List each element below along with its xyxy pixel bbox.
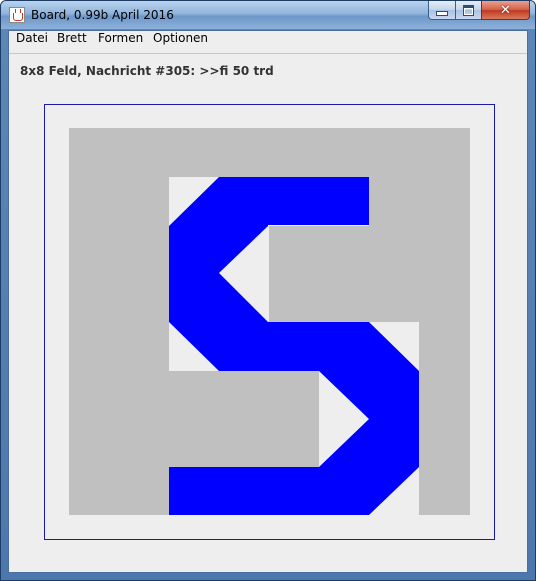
menu-datei[interactable]: Datei — [16, 31, 48, 53]
close-icon: ✕ — [500, 2, 511, 18]
title-bar[interactable]: Board, 0.99b April 2016 ✕ — [1, 1, 535, 29]
client-area: Datei Brett Formen Optionen 8x8 Feld, Na… — [8, 30, 528, 573]
minimize-icon — [436, 10, 448, 16]
board-canvas[interactable] — [69, 128, 470, 515]
application-window: Board, 0.99b April 2016 ✕ Datei Brett Fo… — [0, 0, 536, 581]
maximize-button[interactable] — [455, 1, 482, 20]
menu-bar: Datei Brett Formen Optionen — [9, 31, 527, 54]
close-button[interactable]: ✕ — [481, 1, 530, 20]
window-title: Board, 0.99b April 2016 — [31, 8, 174, 22]
menu-formen[interactable]: Formen — [98, 31, 143, 53]
menu-brett[interactable]: Brett — [57, 31, 87, 53]
menu-optionen[interactable]: Optionen — [153, 31, 208, 53]
java-cup-icon[interactable] — [9, 7, 25, 23]
maximize-icon — [463, 4, 474, 16]
status-message: 8x8 Feld, Nachricht #305: >>fi 50 trd — [20, 64, 274, 78]
minimize-button[interactable] — [428, 1, 456, 20]
